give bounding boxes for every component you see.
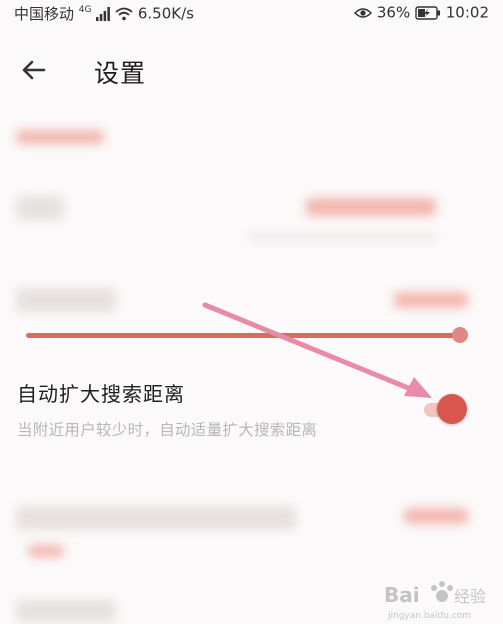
svg-text:jingyan.baidu.com: jingyan.baidu.com [387,611,471,621]
eye-icon [354,7,373,18]
svg-text:Bai: Bai [384,583,420,607]
distance-slider-track[interactable] [26,333,462,338]
setting-description: 当附近用户较少时，自动适量扩大搜索距离 [17,421,318,439]
blurred-section-header [16,130,104,144]
blurred-setting-label[interactable] [16,196,64,220]
blurred-setting-subtext [248,232,438,242]
clock: 10:02 [445,3,489,22]
setting-title: 自动扩大搜索距离 [17,382,185,406]
app-header: 设置 [0,40,503,100]
blurred-setting-label-3[interactable] [16,600,116,622]
back-arrow-icon [22,60,46,80]
wifi-icon [115,7,133,20]
net-speed: 6.50K/s [137,4,194,23]
blurred-distance-label [16,288,116,312]
blurred-distance-value [394,292,468,308]
signal-icon [96,6,111,21]
status-bar: 中国移动 4G 6.50K/s 36% 10:02 [0,0,503,26]
status-left: 中国移动 4G 6.50K/s [14,3,194,24]
svg-text:经验: 经验 [454,587,486,606]
battery-icon [415,5,440,20]
auto-expand-distance-setting[interactable]: 自动扩大搜索距离 当附近用户较少时，自动适量扩大搜索距离 [0,370,503,450]
blurred-setting-value[interactable] [306,198,436,216]
watermark-logo: Bai 经验 jingyan.baidu.com [384,581,486,621]
blurred-small-indicator [28,545,64,557]
distance-slider-handle[interactable] [452,327,468,343]
auto-expand-toggle[interactable] [420,394,470,424]
carrier-name: 中国移动 [14,5,75,23]
page-title: 设置 [94,59,147,88]
back-button[interactable] [16,52,52,88]
battery-percent: 36% [376,3,411,22]
blurred-setting-label-2[interactable] [16,506,296,530]
network-type: 4G [78,5,92,15]
status-right: 36% 10:02 [354,3,489,22]
toggle-knob [437,394,467,424]
blurred-setting-value-2[interactable] [404,508,468,524]
